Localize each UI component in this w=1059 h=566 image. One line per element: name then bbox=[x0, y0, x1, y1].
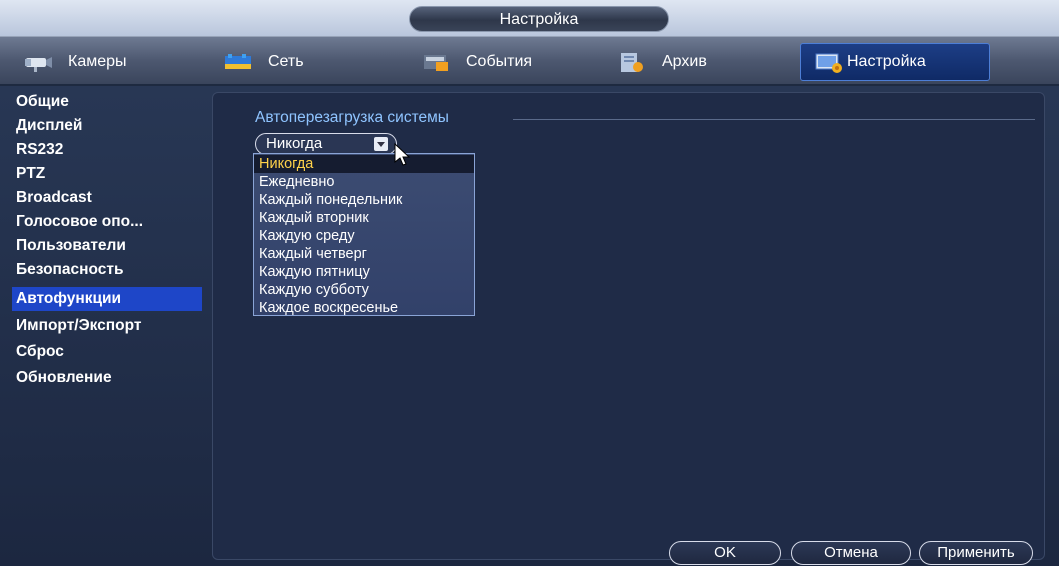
dropdown-option-saturday[interactable]: Каждую субботу bbox=[254, 281, 474, 299]
tab-cameras[interactable]: Камеры bbox=[10, 43, 200, 81]
sidebar-item-voice[interactable]: Голосовое опо... bbox=[12, 210, 202, 234]
tab-label: Камеры bbox=[68, 53, 127, 70]
select-value: Никогда bbox=[266, 135, 323, 152]
settings-window: Настройка Камеры Сеть События Архив Наст… bbox=[0, 0, 1059, 566]
settings-sidebar: Общие Дисплей RS232 PTZ Broadcast Голосо… bbox=[8, 90, 202, 560]
sidebar-item-reset[interactable]: Сброс bbox=[12, 340, 202, 364]
dropdown-option-tuesday[interactable]: Каждый вторник bbox=[254, 209, 474, 227]
reboot-schedule-select[interactable]: Никогда bbox=[255, 133, 397, 155]
tab-network[interactable]: Сеть bbox=[210, 43, 400, 81]
chevron-down-icon[interactable] bbox=[374, 137, 388, 151]
tab-settings[interactable]: Настройка bbox=[800, 43, 990, 81]
tab-label: Сеть bbox=[268, 53, 304, 70]
sidebar-item-general[interactable]: Общие bbox=[12, 90, 202, 114]
tab-label: Настройка bbox=[847, 53, 926, 70]
sidebar-item-broadcast[interactable]: Broadcast bbox=[12, 186, 202, 210]
sidebar-item-rs232[interactable]: RS232 bbox=[12, 138, 202, 162]
dropdown-option-friday[interactable]: Каждую пятницу bbox=[254, 263, 474, 281]
sidebar-item-users[interactable]: Пользователи bbox=[12, 234, 202, 258]
cancel-button[interactable]: Отмена bbox=[791, 541, 911, 565]
dropdown-option-monday[interactable]: Каждый понедельник bbox=[254, 191, 474, 209]
sidebar-item-update[interactable]: Обновление bbox=[12, 366, 202, 390]
camera-icon bbox=[22, 50, 54, 74]
events-icon bbox=[420, 50, 452, 74]
network-icon bbox=[222, 50, 254, 74]
tab-archive[interactable]: Архив bbox=[604, 43, 794, 81]
tab-label: Архив bbox=[662, 53, 707, 70]
ok-button[interactable]: OK bbox=[669, 541, 781, 565]
apply-button[interactable]: Применить bbox=[919, 541, 1033, 565]
tab-events[interactable]: События bbox=[408, 43, 598, 81]
dropdown-option-wednesday[interactable]: Каждую среду bbox=[254, 227, 474, 245]
sidebar-item-security[interactable]: Безопасность bbox=[12, 258, 202, 282]
sidebar-item-display[interactable]: Дисплей bbox=[12, 114, 202, 138]
reboot-schedule-dropdown: Никогда Ежедневно Каждый понедельник Каж… bbox=[253, 153, 475, 316]
tab-label: События bbox=[466, 53, 533, 70]
dropdown-option-thursday[interactable]: Каждый четверг bbox=[254, 245, 474, 263]
mouse-pointer-icon bbox=[394, 143, 411, 166]
main-tab-bar: Камеры Сеть События Архив Настройка bbox=[0, 36, 1059, 86]
section-title: Автоперезагрузка системы bbox=[255, 109, 449, 126]
dropdown-option-sunday[interactable]: Каждое воскресенье bbox=[254, 299, 474, 317]
settings-icon bbox=[813, 50, 845, 74]
archive-icon bbox=[616, 50, 648, 74]
sidebar-item-import-export[interactable]: Импорт/Экспорт bbox=[12, 314, 202, 338]
sidebar-item-autofunctions[interactable]: Автофункции bbox=[12, 287, 202, 311]
settings-panel: Автоперезагрузка системы Никогда Никогда… bbox=[212, 92, 1045, 565]
window-title: Настройка bbox=[409, 6, 669, 32]
title-bar: Настройка bbox=[0, 0, 1059, 36]
section-divider bbox=[513, 119, 1035, 120]
dropdown-option-daily[interactable]: Ежедневно bbox=[254, 173, 474, 191]
sidebar-item-ptz[interactable]: PTZ bbox=[12, 162, 202, 186]
dropdown-option-never[interactable]: Никогда bbox=[254, 155, 474, 173]
